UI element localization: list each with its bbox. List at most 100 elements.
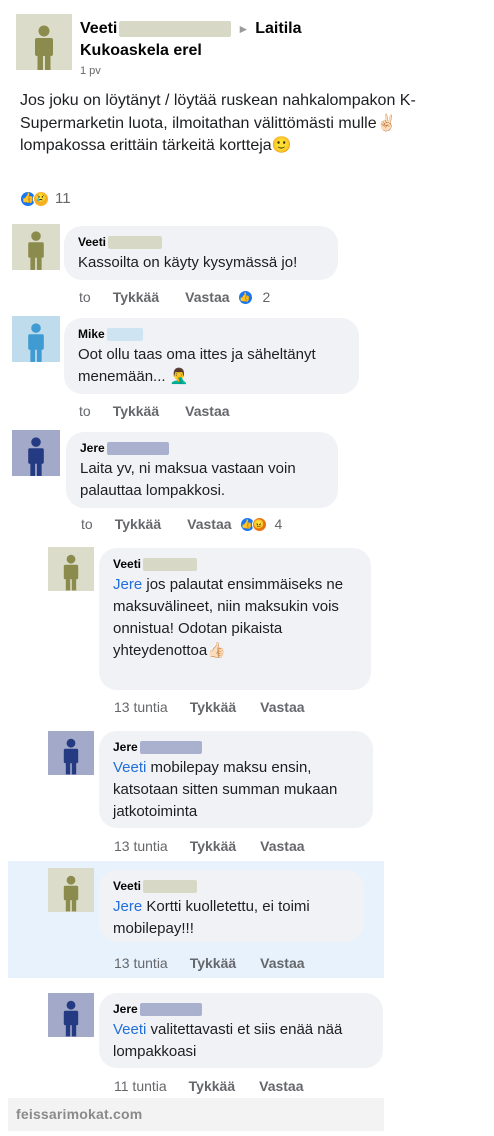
like-button[interactable]: Tykkää — [190, 955, 236, 971]
reply-text: Veeti valitettavasti et siis enää nää lo… — [113, 1019, 371, 1063]
comment-author[interactable]: Jere — [80, 440, 326, 456]
like-button[interactable]: Tykkää — [190, 838, 236, 854]
comment-author[interactable]: Mike — [78, 326, 347, 342]
mention-link[interactable]: Jere — [113, 898, 142, 915]
like-button[interactable]: Tykkää — [113, 289, 159, 305]
reply-text: Jere jos palautat ensimmäiseks ne maksuv… — [113, 574, 359, 662]
comment-actions: to Tykkää Vastaa 👍 😠 4 — [81, 516, 282, 532]
reply-avatar[interactable] — [48, 547, 94, 591]
reply-actions: 13 tuntia Tykkää Vastaa — [114, 699, 305, 715]
comment-avatar[interactable] — [12, 316, 60, 362]
mention-link[interactable]: Veeti — [113, 759, 146, 776]
person-icon — [63, 738, 79, 775]
reply-avatar[interactable] — [48, 868, 94, 912]
redacted-surname — [108, 235, 163, 249]
comment-author-name[interactable]: Mike — [78, 327, 105, 341]
comment-text: Oot ollu taas oma ittes ja säheltänyt me… — [78, 346, 316, 385]
person-icon — [35, 25, 53, 70]
arrow-right-icon: ► — [237, 22, 250, 36]
watermark-text: feissarimokat.com — [16, 1106, 143, 1122]
redacted-surname — [143, 879, 198, 893]
post-body: Jos joku on löytänyt / löytää ruskean na… — [20, 92, 416, 154]
post-group-subtitle[interactable]: Kukoaskela erel — [80, 42, 202, 60]
comment-actions: to Tykkää Vastaa 👍 2 — [79, 289, 270, 305]
comment-reaction-count: 2 — [262, 289, 271, 305]
mention-link[interactable]: Jere — [113, 576, 142, 593]
reply-bubble: Jere Veeti mobilepay maksu ensin, katsot… — [99, 731, 373, 828]
reply-author[interactable]: Jere — [113, 1001, 371, 1017]
reply-author-name[interactable]: Veeti — [113, 557, 141, 571]
redacted-surname — [106, 441, 169, 455]
reply-text-body: jos palautat ensimmäiseks ne maksuväline… — [113, 576, 344, 659]
reply-button[interactable]: Vastaa — [259, 1078, 303, 1094]
reply-author-name[interactable]: Jere — [113, 1002, 138, 1016]
reply-button[interactable]: Vastaa — [185, 403, 229, 419]
comment-author[interactable]: Veeti — [78, 234, 326, 250]
post-author-line: Veeti ► Laitila — [80, 20, 301, 38]
reply-text: Veeti mobilepay maksu ensin, katsotaan s… — [113, 757, 361, 823]
comment-avatar[interactable] — [12, 430, 60, 476]
reply-time[interactable]: 13 tuntia — [114, 838, 168, 854]
reply-button[interactable]: Vastaa — [260, 955, 304, 971]
post-reaction-count: 11 — [55, 190, 71, 207]
comment-time[interactable]: to — [81, 516, 93, 532]
reply-text-body: valitettavasti et siis enää nää lompakko… — [113, 1021, 343, 1060]
reply-button[interactable]: Vastaa — [187, 516, 231, 532]
reply-avatar[interactable] — [48, 993, 94, 1037]
person-icon — [28, 231, 44, 270]
like-button[interactable]: Tykkää — [113, 403, 159, 419]
like-button[interactable]: Tykkää — [190, 699, 236, 715]
reply-actions: 13 tuntia Tykkää Vastaa — [114, 838, 305, 854]
reply-actions: 11 tuntia Tykkää Vastaa — [114, 1078, 304, 1094]
comment-reaction-count: 4 — [274, 516, 283, 532]
comment-text: Laita yv, ni maksua vastaan voin palautt… — [80, 460, 296, 499]
comment-reactions[interactable]: 👍 2 — [237, 289, 271, 305]
person-icon — [28, 323, 44, 362]
reply-button[interactable]: Vastaa — [185, 289, 229, 305]
post-group-name[interactable]: Laitila — [255, 20, 301, 38]
mention-link[interactable]: Veeti — [113, 1021, 146, 1038]
redacted-surname — [119, 21, 232, 37]
comment-time[interactable]: to — [79, 289, 91, 305]
reply-text: Jere Kortti kuolletettu, ei toimi mobile… — [113, 896, 352, 940]
comment-reactions[interactable]: 👍 😠 4 — [239, 516, 283, 532]
post-header: Veeti ► Laitila Kukoaskela erel 1 pv — [16, 14, 486, 84]
post-reactions[interactable]: 👍 😢 11 — [20, 190, 71, 207]
comment-bubble: Jere Laita yv, ni maksua vastaan voin pa… — [66, 432, 338, 508]
reply-time[interactable]: 13 tuntia — [114, 699, 168, 715]
redacted-surname — [106, 327, 143, 341]
post-author-avatar[interactable] — [16, 14, 72, 70]
person-icon — [63, 1000, 79, 1037]
comment-text: Kassoilta on käyty kysymässä jo! — [78, 254, 298, 271]
reply-button[interactable]: Vastaa — [260, 838, 304, 854]
reply-bubble: Veeti Jere Kortti kuolletettu, ei toimi … — [99, 870, 364, 942]
reply-button[interactable]: Vastaa — [260, 699, 304, 715]
angry-reaction-icon: 😠 — [251, 516, 267, 532]
post-timestamp[interactable]: 1 pv — [80, 65, 101, 77]
reply-avatar[interactable] — [48, 731, 94, 775]
reply-author-name[interactable]: Veeti — [113, 879, 141, 893]
like-reaction-icon: 👍 — [237, 289, 253, 305]
comment-author-name[interactable]: Jere — [80, 441, 105, 455]
person-icon — [28, 437, 44, 476]
reply-author[interactable]: Jere — [113, 739, 361, 755]
reply-author[interactable]: Veeti — [113, 878, 352, 894]
reply-bubble: Jere Veeti valitettavasti et siis enää n… — [99, 993, 383, 1068]
person-icon — [63, 875, 79, 912]
comment-avatar[interactable] — [12, 224, 60, 270]
watermark-bar: feissarimokat.com — [8, 1098, 384, 1131]
reply-author[interactable]: Veeti — [113, 556, 359, 572]
reply-time[interactable]: 11 tuntia — [114, 1078, 167, 1094]
comment-time[interactable]: to — [79, 403, 91, 419]
reply-bubble: Veeti Jere jos palautat ensimmäiseks ne … — [99, 548, 371, 690]
comment-bubble: Mike Oot ollu taas oma ittes ja säheltän… — [64, 318, 359, 394]
like-button[interactable]: Tykkää — [189, 1078, 235, 1094]
reply-time[interactable]: 13 tuntia — [114, 955, 168, 971]
redacted-surname — [143, 557, 198, 571]
post-author-name[interactable]: Veeti — [80, 20, 117, 38]
like-button[interactable]: Tykkää — [115, 516, 161, 532]
redacted-surname — [139, 740, 202, 754]
comment-author-name[interactable]: Veeti — [78, 235, 106, 249]
reply-author-name[interactable]: Jere — [113, 740, 138, 754]
comment-bubble: Veeti Kassoilta on käyty kysymässä jo! — [64, 226, 338, 280]
